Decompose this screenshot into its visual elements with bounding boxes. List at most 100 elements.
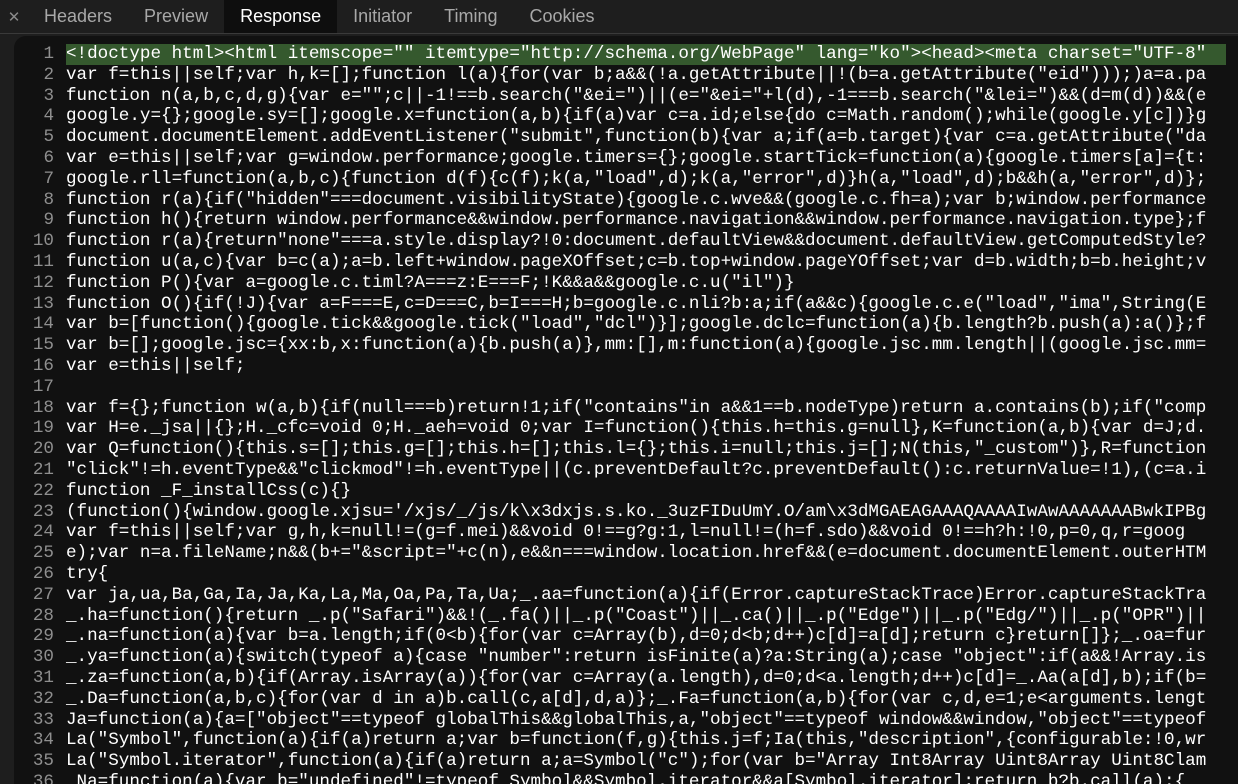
code-text[interactable]: _.na=function(a){var b=a.length;if(0<b){…	[66, 626, 1206, 647]
code-line: 33 Ja=function(a){a=["object"==typeof glo…	[14, 710, 1238, 731]
line-number: 10	[32, 231, 54, 252]
line-number: 20	[32, 439, 54, 460]
line-number: 36	[32, 772, 54, 784]
code-text[interactable]: (function(){window.google.xjsu='/xjs/_/j…	[66, 502, 1206, 523]
code-line: 9 function h(){return window.performance&…	[14, 210, 1238, 231]
code-text[interactable]: _.ha=function(){return _.p("Safari")&&!(…	[66, 606, 1206, 627]
code-line: 30 _.ya=function(a){switch(typeof a){case…	[14, 647, 1238, 668]
code-text[interactable]: google.rll=function(a,b,c){function d(f)…	[66, 169, 1206, 190]
code-text[interactable]: function h(){return window.performance&&…	[66, 210, 1206, 231]
code-line: 21 "click"!=h.eventType&&"clickmod"!=h.ev…	[14, 460, 1238, 481]
code-text[interactable]: function n(a,b,c,d,g){var e="";c||-1!==b…	[66, 86, 1206, 107]
line-number: 35	[32, 751, 54, 772]
code-text[interactable]: Ja=function(a){a=["object"==typeof globa…	[66, 710, 1206, 731]
code-text[interactable]: La("Symbol.iterator",function(a){if(a)re…	[66, 751, 1206, 772]
code-text[interactable]: var b=[function(){google.tick&&google.ti…	[66, 314, 1206, 335]
code-line: 1 <!doctype html><html itemscope="" itemt…	[14, 44, 1238, 65]
code-line: 24 var f=this||self;var g,h,k=null!=(g=f.…	[14, 522, 1238, 543]
code-line: 17	[14, 377, 1238, 398]
code-text[interactable]: var f=this||self;var g,h,k=null!=(g=f.me…	[66, 522, 1185, 543]
code-text[interactable]: function r(a){if("hidden"===document.vis…	[66, 190, 1206, 211]
line-number: 8	[43, 189, 54, 210]
line-number: 12	[32, 272, 54, 293]
code-text[interactable]: function P(){var a=google.c.timl?A===z:E…	[66, 273, 795, 294]
code-line: 25 e);var n=a.fileName;n&&(b+="&script="+…	[14, 543, 1238, 564]
line-number: 4	[43, 106, 54, 127]
tab-preview[interactable]: Preview	[128, 0, 224, 33]
code-text[interactable]: _Na=function(a){var b="undefined"!=typeo…	[66, 772, 1185, 784]
code-line: 5 document.documentElement.addEventListen…	[14, 127, 1238, 148]
code-text[interactable]: var ja,ua,Ba,Ga,Ia,Ja,Ka,La,Ma,Oa,Pa,Ta,…	[66, 585, 1206, 606]
tab-cookies[interactable]: Cookies	[514, 0, 611, 33]
tab-timing[interactable]: Timing	[428, 0, 513, 33]
code-text[interactable]: var f=this||self;var h,k=[];function l(a…	[66, 65, 1206, 86]
code-text[interactable]: try{	[66, 564, 108, 585]
tab-initiator[interactable]: Initiator	[337, 0, 428, 33]
code-line: 20 var Q=function(){this.s=[];this.g=[];t…	[14, 439, 1238, 460]
code-text[interactable]: function r(a){return"none"===a.style.dis…	[66, 231, 1206, 252]
tab-headers[interactable]: Headers	[28, 0, 128, 33]
code-line: 29 _.na=function(a){var b=a.length;if(0<b…	[14, 626, 1238, 647]
code-line: 10 function r(a){return"none"===a.style.d…	[14, 231, 1238, 252]
close-icon[interactable]: ✕	[0, 0, 28, 33]
code-line: 32 _.Da=function(a,b,c){for(var d in a)b.…	[14, 689, 1238, 710]
code-line: 22 function _F_installCss(c){}	[14, 481, 1238, 502]
code-line: 2 var f=this||self;var h,k=[];function l(…	[14, 65, 1238, 86]
code-text[interactable]: _.Da=function(a,b,c){for(var d in a)b.ca…	[66, 689, 1206, 710]
devtools-tab-bar: ✕ Headers Preview Response Initiator Timing C…	[0, 0, 1238, 34]
code-line: 6 var e=this||self;var g=window.performan…	[14, 148, 1238, 169]
code-line: 3 function n(a,b,c,d,g){var e="";c||-1!==…	[14, 86, 1238, 107]
line-number: 34	[32, 730, 54, 751]
code-text[interactable]: var e=this||self;	[66, 356, 246, 377]
line-number: 9	[43, 210, 54, 231]
line-number: 24	[32, 522, 54, 543]
code-line: 14 var b=[function(){google.tick&&google.…	[14, 314, 1238, 335]
code-text[interactable]: function O(){if(!J){var a=F===E,c=D===C,…	[66, 294, 1206, 315]
line-number: 16	[32, 356, 54, 376]
code-text[interactable]: function _F_installCss(c){}	[66, 481, 351, 502]
code-text[interactable]: _.za=function(a,b){if(Array.isArray(a)){…	[66, 668, 1206, 689]
line-number: 13	[32, 293, 54, 314]
code-text[interactable]: google.y={};google.sy=[];google.x=functi…	[66, 106, 1206, 127]
line-number: 7	[43, 168, 54, 189]
line-number: 18	[32, 397, 54, 418]
line-number: 1	[43, 44, 54, 64]
response-viewer[interactable]: 1 <!doctype html><html itemscope="" itemt…	[14, 36, 1238, 784]
line-number: 22	[32, 480, 54, 501]
line-number: 31	[32, 668, 54, 688]
code-text[interactable]: <!doctype html><html itemscope="" itemty…	[66, 44, 1227, 65]
code-text[interactable]: var H=e._jsa||{};H._cfc=void 0;H._aeh=vo…	[66, 418, 1206, 439]
code-text[interactable]: var e=this||self;var g=window.performanc…	[66, 148, 1206, 169]
code-text[interactable]: _.ya=function(a){switch(typeof a){case "…	[66, 647, 1206, 668]
line-number: 21	[32, 460, 54, 480]
code-line: 34 La("Symbol",function(a){if(a)return a;…	[14, 730, 1238, 751]
code-line: 13 function O(){if(!J){var a=F===E,c=D===…	[14, 294, 1238, 315]
code-line: 15 var b=[];google.jsc={xx:b,x:function(a…	[14, 335, 1238, 356]
code-text[interactable]: e);var n=a.fileName;n&&(b+="&script="+c(…	[66, 543, 1206, 564]
line-number: 17	[32, 376, 54, 397]
code-line: 12 function P(){var a=google.c.timl?A===z…	[14, 273, 1238, 294]
code-line: 35 La("Symbol.iterator",function(a){if(a)…	[14, 751, 1238, 772]
tab-list: Headers Preview Response Initiator Timing Coo…	[28, 0, 611, 33]
code-line: 23 (function(){window.google.xjsu='/xjs/_…	[14, 502, 1238, 523]
line-number: 26	[32, 564, 54, 584]
code-line: 27 var ja,ua,Ba,Ga,Ia,Ja,Ka,La,Ma,Oa,Pa,T…	[14, 585, 1238, 606]
line-number: 23	[32, 501, 54, 522]
code-line: 4 google.y={};google.sy=[];google.x=funct…	[14, 106, 1238, 127]
code-text[interactable]: var f={};function w(a,b){if(null===b)ret…	[66, 398, 1206, 419]
tab-response[interactable]: Response	[224, 0, 338, 33]
code-text[interactable]: La("Symbol",function(a){if(a)return a;va…	[66, 730, 1206, 751]
code-text[interactable]: var Q=function(){this.s=[];this.g=[];thi…	[66, 439, 1206, 460]
code-text[interactable]: document.documentElement.addEventListene…	[66, 127, 1206, 148]
line-number: 25	[32, 543, 54, 564]
line-number: 14	[32, 314, 54, 335]
code-line: 19 var H=e._jsa||{};H._cfc=void 0;H._aeh=…	[14, 418, 1238, 439]
line-number: 28	[32, 605, 54, 626]
line-number: 3	[43, 85, 54, 106]
code-text[interactable]: var b=[];google.jsc={xx:b,x:function(a){…	[66, 335, 1206, 356]
line-number: 15	[32, 335, 54, 356]
code-text[interactable]: "click"!=h.eventType&&"clickmod"!=h.even…	[66, 460, 1206, 481]
code-line: 8 function r(a){if("hidden"===document.vi…	[14, 190, 1238, 211]
line-number: 5	[43, 127, 54, 148]
code-text[interactable]: function u(a,c){var b=c(a);a=b.left+wind…	[66, 252, 1206, 273]
